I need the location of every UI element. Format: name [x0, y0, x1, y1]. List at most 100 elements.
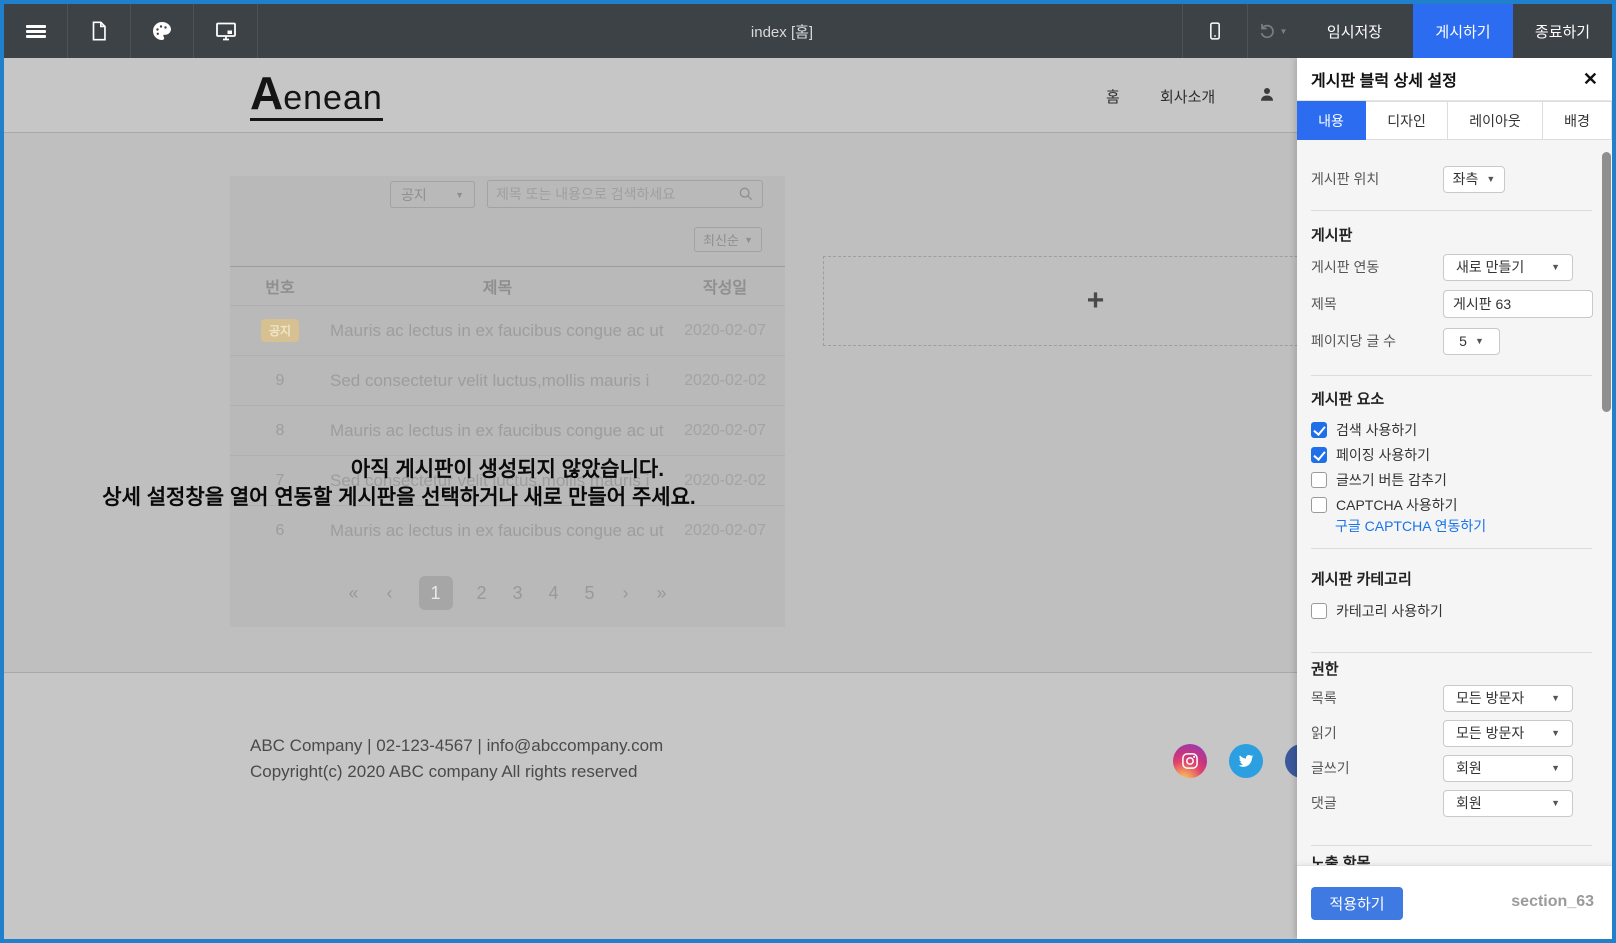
option-use-captcha[interactable]: CAPTCHA 사용하기: [1311, 494, 1458, 516]
checkbox[interactable]: [1311, 447, 1327, 463]
tab-content[interactable]: 내용: [1297, 101, 1366, 140]
board-link-row: 게시판 연동 새로 만들기 ▼: [1311, 253, 1593, 281]
temp-save-button[interactable]: 임시저장: [1296, 4, 1413, 58]
pagination-page[interactable]: 5: [583, 583, 597, 604]
pagination-page[interactable]: 2: [475, 583, 489, 604]
instagram-icon[interactable]: [1173, 744, 1207, 778]
add-block-placeholder[interactable]: +: [823, 256, 1368, 346]
board-link-dropdown[interactable]: 새로 만들기 ▼: [1443, 254, 1573, 281]
permission-comment-dropdown[interactable]: 회원 ▼: [1443, 790, 1573, 817]
close-icon[interactable]: ✕: [1583, 70, 1598, 88]
checkbox[interactable]: [1311, 422, 1327, 438]
publish-button[interactable]: 게시하기: [1413, 4, 1513, 58]
tab-design[interactable]: 디자인: [1366, 101, 1448, 140]
pagination-page[interactable]: 3: [511, 583, 525, 604]
nav-item-home[interactable]: 홈: [1106, 86, 1120, 107]
nav-item-about[interactable]: 회사소개: [1160, 86, 1215, 107]
pagination-next[interactable]: ›: [619, 583, 633, 604]
pagination-first[interactable]: «: [347, 583, 361, 604]
column-no: 번호: [230, 274, 330, 298]
page-title: index [홈]: [751, 4, 813, 58]
chevron-down-icon: ▼: [1551, 693, 1560, 703]
smartphone-icon: [1205, 20, 1225, 42]
table-row[interactable]: 공지 Mauris ac lectus in ex faucibus congu…: [230, 305, 785, 355]
person-icon[interactable]: [1258, 85, 1276, 108]
column-title: 제목: [330, 274, 665, 298]
per-page-dropdown[interactable]: 5 ▼: [1443, 328, 1500, 355]
table-header: 번호 제목 작성일: [230, 266, 785, 305]
per-page-row: 페이지당 글 수 5 ▼: [1311, 327, 1593, 355]
divider: [1311, 375, 1592, 376]
chevron-down-icon: ▼: [1475, 336, 1484, 346]
permission-read-dropdown[interactable]: 모든 방문자 ▼: [1443, 720, 1573, 747]
divider: [1311, 652, 1592, 653]
tab-layout[interactable]: 레이아웃: [1448, 101, 1543, 140]
table-row[interactable]: 6 Mauris ac lectus in ex faucibus congue…: [230, 505, 785, 555]
panel-footer: 적용하기 section_63: [1297, 865, 1612, 939]
pagination-last[interactable]: »: [655, 583, 669, 604]
mobile-view-button[interactable]: [1183, 4, 1247, 58]
chevron-down-icon: ▼: [1551, 798, 1560, 808]
undo-button[interactable]: ▼: [1248, 4, 1296, 58]
twitter-icon[interactable]: [1229, 744, 1263, 778]
apply-button[interactable]: 적용하기: [1311, 887, 1403, 920]
board-block[interactable]: 공지 ▼ 최신순 ▼ 번호 제목 작성일 공지: [230, 176, 785, 627]
divider: [1311, 210, 1592, 211]
exit-button[interactable]: 종료하기: [1513, 4, 1612, 58]
theme-button[interactable]: [131, 4, 193, 58]
section-heading-permission: 권한: [1311, 658, 1339, 679]
site-logo[interactable]: Aenean: [250, 70, 383, 121]
pagination: « ‹ 1 2 3 4 5 › »: [230, 575, 785, 611]
option-hide-write-button[interactable]: 글쓰기 버튼 감추기: [1311, 469, 1447, 491]
notice-filter-dropdown[interactable]: 공지 ▼: [390, 181, 475, 208]
chevron-down-icon: ▼: [1551, 763, 1560, 773]
sort-dropdown[interactable]: 최신순 ▼: [694, 227, 762, 252]
divider: [257, 4, 258, 58]
desktop-view-button[interactable]: [194, 4, 257, 58]
option-use-paging[interactable]: 페이징 사용하기: [1311, 444, 1430, 466]
chevron-down-icon: ▼: [455, 190, 464, 200]
permission-comment-row: 댓글 회원 ▼: [1311, 789, 1593, 817]
permission-write-row: 글쓰기 회원 ▼: [1311, 754, 1593, 782]
checkbox[interactable]: [1311, 497, 1327, 513]
tab-background[interactable]: 배경: [1543, 101, 1612, 140]
footer-copyright: Copyright(c) 2020 ABC company All rights…: [250, 759, 663, 785]
notice-badge: 공지: [261, 319, 299, 342]
topbar: index [홈] ▼ 임시저장 게시하기 종료하기: [4, 4, 1612, 58]
section-heading-board: 게시판: [1311, 224, 1352, 245]
checkbox[interactable]: [1311, 603, 1327, 619]
board-position-dropdown[interactable]: 좌측 ▼: [1443, 166, 1505, 193]
option-use-search[interactable]: 검색 사용하기: [1311, 419, 1417, 441]
plus-icon: +: [1087, 284, 1105, 318]
pagination-page-current[interactable]: 1: [419, 576, 453, 610]
google-captcha-link[interactable]: 구글 CAPTCHA 연동하기: [1335, 516, 1486, 536]
permission-list-dropdown[interactable]: 모든 방문자 ▼: [1443, 685, 1573, 712]
option-use-category[interactable]: 카테고리 사용하기: [1311, 600, 1443, 622]
empty-board-message-line1: 아직 게시판이 생성되지 않았습니다.: [230, 453, 785, 483]
column-date: 작성일: [665, 274, 785, 298]
board-title-input[interactable]: [1443, 290, 1593, 318]
hamburger-icon: [26, 23, 46, 40]
panel-scrollbar[interactable]: [1602, 152, 1611, 412]
board-position-row: 게시판 위치 좌측 ▼: [1311, 165, 1593, 193]
pagination-page[interactable]: 4: [547, 583, 561, 604]
editor-window: index [홈] ▼ 임시저장 게시하기 종료하기 Aenean 홈 회사소개: [0, 0, 1616, 943]
table-row[interactable]: 9 Sed consectetur velit luctus,mollis ma…: [230, 355, 785, 405]
board-search: [487, 180, 763, 208]
section-id-label: section_63: [1511, 893, 1594, 911]
panel-content: 게시판 위치 좌측 ▼ 게시판 게시판 연동 새로 만들기 ▼ 제목: [1297, 140, 1612, 865]
footer-text: ABC Company | 02-123-4567 | info@abccomp…: [250, 733, 663, 785]
table-row[interactable]: 8 Mauris ac lectus in ex faucibus congue…: [230, 405, 785, 455]
search-icon[interactable]: [738, 186, 754, 202]
menu-button[interactable]: [4, 4, 67, 58]
divider: [1311, 548, 1592, 549]
permission-write-dropdown[interactable]: 회원 ▼: [1443, 755, 1573, 782]
pagination-prev[interactable]: ‹: [383, 583, 397, 604]
pages-button[interactable]: [68, 4, 130, 58]
chevron-down-icon: ▼: [1486, 174, 1495, 184]
permission-list-row: 목록 모든 방문자 ▼: [1311, 684, 1593, 712]
checkbox[interactable]: [1311, 472, 1327, 488]
board-search-input[interactable]: [496, 186, 726, 202]
section-heading-elements: 게시판 요소: [1311, 388, 1384, 409]
section-heading-display-items: 노출 항목: [1311, 852, 1370, 865]
